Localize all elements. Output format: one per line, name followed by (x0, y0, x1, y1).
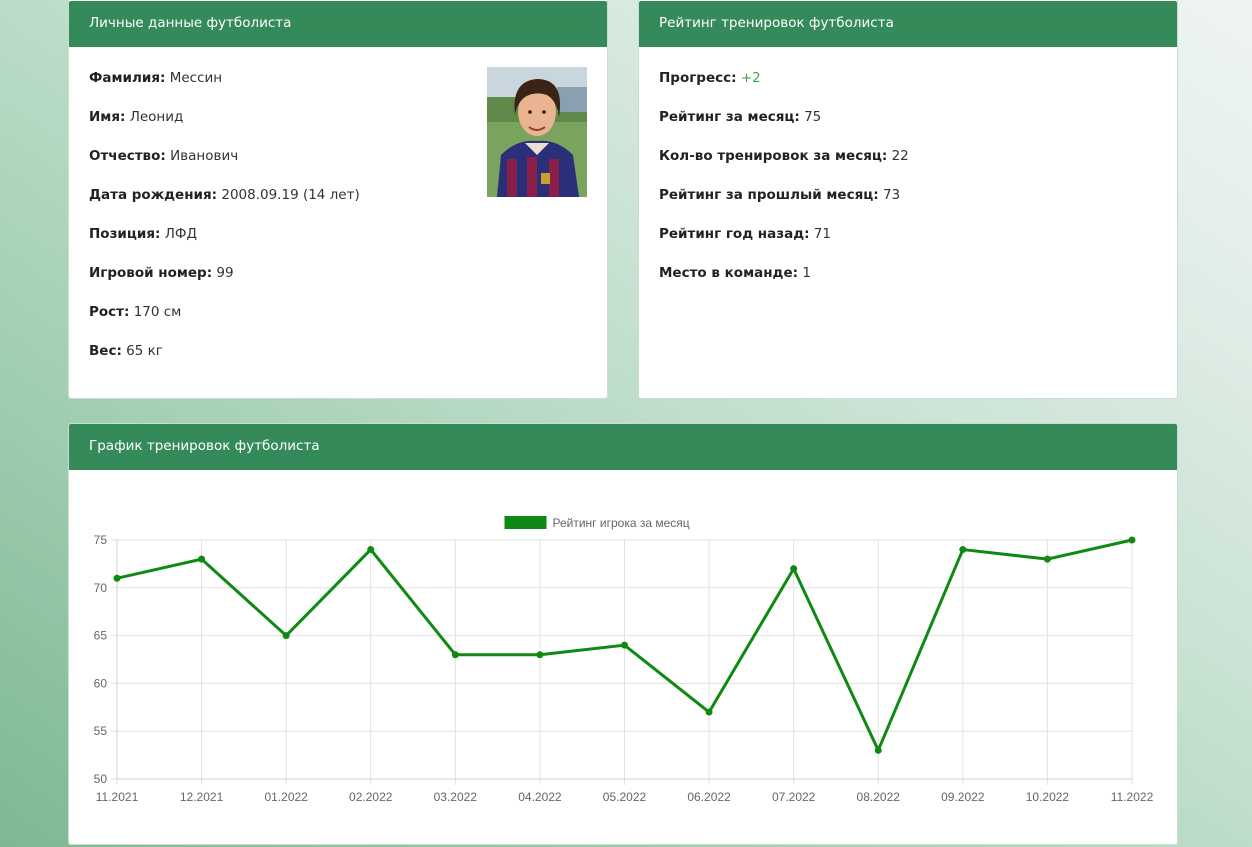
month-rating-row: Рейтинг за месяц: 75 (659, 106, 1157, 145)
team-place-value: 1 (802, 265, 811, 281)
surname-value: Мессин (169, 70, 223, 86)
personal-data-header: Личные данные футболиста (69, 1, 607, 47)
trainings-count-value: 22 (891, 148, 909, 164)
patronymic-value: Иванович (170, 148, 239, 164)
data-point (874, 746, 882, 754)
team-place-label: Место в команде: (659, 265, 799, 281)
y-tick-label: 55 (94, 724, 108, 738)
rating-body: Прогресс: +2 Рейтинг за месяц: 75 Кол-во… (639, 47, 1177, 301)
position-row: Позиция: ЛФД (89, 223, 587, 262)
x-tick-label: 08.2022 (857, 790, 901, 804)
position-value: ЛФД (164, 226, 198, 242)
player-photo (487, 67, 587, 197)
data-point (367, 546, 375, 554)
x-tick-label: 02.2022 (349, 790, 393, 804)
x-tick-label: 03.2022 (434, 790, 478, 804)
y-tick-label: 60 (94, 676, 108, 690)
number-value: 99 (216, 265, 234, 281)
data-point (536, 651, 544, 659)
training-chart-header: График тренировок футболиста (69, 424, 1177, 470)
position-label: Позиция: (89, 226, 161, 242)
x-tick-label: 12.2021 (180, 790, 224, 804)
x-tick-label: 04.2022 (518, 790, 562, 804)
data-point (790, 565, 798, 573)
x-tick-label: 06.2022 (687, 790, 731, 804)
number-row: Игровой номер: 99 (89, 262, 587, 301)
year-ago-rating-value: 71 (813, 226, 831, 242)
data-point (621, 641, 628, 649)
team-place-row: Место в команде: 1 (659, 262, 1157, 301)
y-tick-label: 50 (94, 772, 108, 786)
data-point (113, 574, 121, 582)
rating-header: Рейтинг тренировок футболиста (639, 1, 1177, 47)
last-month-rating-row: Рейтинг за прошлый месяц: 73 (659, 184, 1157, 223)
last-month-rating-value: 73 (882, 187, 901, 203)
month-rating-label: Рейтинг за месяц: (659, 109, 800, 125)
trainings-count-label: Кол-во тренировок за месяц: (659, 148, 888, 164)
data-point (705, 708, 713, 716)
progress-label: Прогресс: (659, 70, 737, 86)
birthdate-label: Дата рождения: (89, 187, 218, 203)
player-photo-illustration (487, 67, 587, 197)
patronymic-label: Отчество: (89, 148, 166, 164)
month-rating-value: 75 (804, 109, 822, 125)
data-point (1043, 555, 1051, 563)
x-tick-label: 09.2022 (941, 790, 985, 804)
trainings-count-row: Кол-во тренировок за месяц: 22 (659, 145, 1157, 184)
year-ago-rating-label: Рейтинг год назад: (659, 226, 810, 242)
data-point (1128, 536, 1136, 544)
name-label: Имя: (89, 109, 126, 125)
weight-label: Вес: (89, 343, 122, 359)
personal-data-card: Личные данные футболиста Фамилия: Мессин… (68, 0, 608, 399)
training-chart-card: График тренировок футболиста 50 55 60 65 70 7… (68, 423, 1178, 845)
year-ago-rating-row: Рейтинг год назад: 71 (659, 223, 1157, 262)
personal-data-body: Фамилия: Мессин Имя: Леонид Отчество: Ив… (69, 47, 607, 379)
x-tick-label: 01.2022 (264, 790, 308, 804)
y-tick-label: 70 (94, 581, 108, 595)
x-tick-label: 11.2022 (1111, 790, 1154, 804)
training-line-chart: 50 55 60 65 70 75 11.2021 12.2021 01.2022 02.2022… (94, 516, 1154, 804)
y-tick-label: 75 (94, 533, 108, 547)
data-point (282, 632, 290, 640)
birthdate-value: 2008.09.19 (14 лет) (221, 187, 360, 203)
height-label: Рост: (89, 304, 130, 320)
height-value: 170 см (133, 304, 182, 320)
x-tick-label: 07.2022 (772, 790, 816, 804)
name-value: Леонид (129, 109, 184, 125)
surname-label: Фамилия: (89, 70, 166, 86)
data-point (198, 555, 206, 563)
x-tick-label: 10.2022 (1026, 790, 1070, 804)
last-month-rating-label: Рейтинг за прошлый месяц: (659, 187, 879, 203)
progress-value: +2 (740, 70, 761, 86)
legend-label: Рейтинг игрока за месяц (553, 516, 690, 530)
progress-row: Прогресс: +2 (659, 67, 1157, 106)
rating-card: Рейтинг тренировок футболиста Прогресс: … (638, 0, 1178, 399)
height-row: Рост: 170 см (89, 301, 587, 340)
weight-row: Вес: 65 кг (89, 340, 587, 379)
x-tick-label: 11.2021 (96, 790, 139, 804)
data-point (959, 546, 967, 554)
legend-swatch (504, 516, 547, 529)
x-tick-label: 05.2022 (603, 790, 647, 804)
number-label: Игровой номер: (89, 265, 213, 281)
weight-value: 65 кг (126, 343, 163, 359)
data-point (451, 651, 459, 659)
y-tick-label: 65 (94, 629, 108, 643)
